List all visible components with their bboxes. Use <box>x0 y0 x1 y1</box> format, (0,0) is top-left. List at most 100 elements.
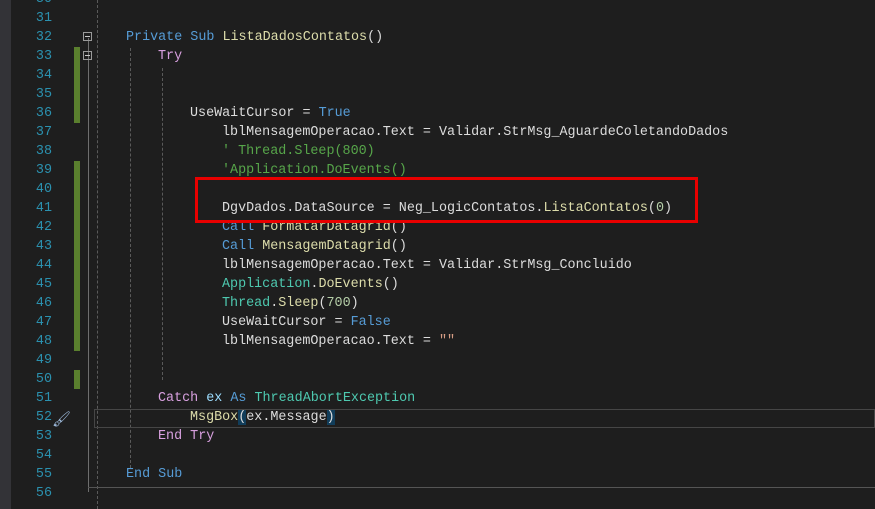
code-line[interactable]: 33 Try <box>0 47 875 66</box>
code-token: Thread <box>222 296 271 311</box>
code-token: Catch <box>158 391 199 406</box>
code-token: () <box>382 277 399 292</box>
line-number: 48 <box>35 334 52 349</box>
code-line[interactable]: 54 <box>0 446 875 465</box>
code-token: lblMensagemOperacao.Text = <box>222 334 439 349</box>
code-token: UseWaitCursor = <box>222 315 351 330</box>
code-editor[interactable]: 3031 32 Private Sub ListaDadosContatos()33… <box>0 0 875 503</box>
change-indicator <box>74 256 80 275</box>
code-line[interactable]: 55 End Sub <box>0 465 875 484</box>
code-line[interactable]: 44 lblMensagemOperacao.Text = Validar.Str… <box>0 256 875 275</box>
line-number: 45 <box>35 277 52 292</box>
code-line[interactable]: 49 <box>0 351 875 370</box>
code-token: ( <box>318 296 327 311</box>
code-line[interactable]: 35 <box>0 85 875 104</box>
line-number: 56 <box>35 486 52 501</box>
line-number: 35 <box>35 87 52 102</box>
line-number: 38 <box>35 144 52 159</box>
code-token: Application <box>222 277 311 292</box>
code-text: Thread.Sleep(700) <box>222 294 359 313</box>
code-token: lblMensagemOperacao.Text = Validar.StrMs… <box>222 258 632 273</box>
code-text: Catch ex As ThreadAbortException <box>158 389 415 408</box>
code-token: "" <box>438 334 456 349</box>
code-token: MensagemDatagrid <box>262 239 391 254</box>
line-number: 37 <box>35 125 52 140</box>
code-token: Sleep <box>278 296 319 311</box>
code-token: ThreadAbortException <box>254 391 416 406</box>
change-indicator <box>74 199 80 218</box>
code-line[interactable]: 50 <box>0 370 875 389</box>
code-text: Try <box>158 47 182 66</box>
line-number: 40 <box>35 182 52 197</box>
annotation-highlight-box <box>195 177 698 223</box>
line-number: 50 <box>35 372 52 387</box>
line-number: 41 <box>35 201 52 216</box>
code-line[interactable]: 47 UseWaitCursor = False <box>0 313 875 332</box>
code-token: UseWaitCursor = <box>190 106 319 121</box>
code-token: Private <box>126 30 183 45</box>
code-line[interactable]: 46 Thread.Sleep(700) <box>0 294 875 313</box>
collapse-icon[interactable] <box>83 32 92 41</box>
code-line[interactable]: 52 MsgBox(ex.Message) <box>0 408 875 427</box>
change-indicator <box>74 294 80 313</box>
code-token: ) <box>350 296 359 311</box>
code-text: lblMensagemOperacao.Text = Validar.StrMs… <box>222 123 728 142</box>
code-text: End Try <box>158 427 214 446</box>
code-line[interactable]: 38 ' Thread.Sleep(800) <box>0 142 875 161</box>
line-number: 42 <box>35 220 52 235</box>
code-token: Try <box>158 49 183 64</box>
change-indicator <box>74 161 80 180</box>
line-number: 47 <box>35 315 52 330</box>
code-line[interactable]: 45 Application.DoEvents() <box>0 275 875 294</box>
line-number: 55 <box>35 467 52 482</box>
quick-actions-brush-icon[interactable]: 🖌 <box>52 410 71 429</box>
code-line[interactable]: 31 <box>0 9 875 28</box>
change-indicator <box>74 66 80 85</box>
change-indicator <box>74 332 80 351</box>
code-line[interactable]: 30 <box>0 0 875 9</box>
line-number: 30 <box>14 0 52 9</box>
code-token: Sub <box>158 467 183 482</box>
code-token: Try <box>190 429 215 444</box>
line-number: 36 <box>35 106 52 121</box>
change-indicator <box>74 218 80 237</box>
code-line[interactable]: 34 <box>0 66 875 85</box>
code-line[interactable]: 53 End Try <box>0 427 875 446</box>
code-text: UseWaitCursor = True <box>190 104 351 123</box>
method-separator <box>88 487 875 488</box>
line-number: 46 <box>35 296 52 311</box>
line-number: 39 <box>35 163 52 178</box>
change-indicator <box>74 237 80 256</box>
line-number: 54 <box>35 448 52 463</box>
line-number: 32 <box>35 30 52 45</box>
change-indicator <box>74 313 80 332</box>
code-token: Sub <box>190 30 215 45</box>
code-token: End <box>126 467 151 482</box>
line-number: 52 <box>35 410 52 425</box>
code-token: DoEvents <box>318 277 383 292</box>
code-text: lblMensagemOperacao.Text = "" <box>222 332 455 351</box>
collapse-icon[interactable] <box>83 51 92 60</box>
code-line[interactable]: 43 Call MensagemDatagrid() <box>0 237 875 256</box>
code-token: lblMensagemOperacao.Text = Validar.StrMs… <box>222 125 729 140</box>
code-line[interactable]: 37 lblMensagemOperacao.Text = Validar.Str… <box>0 123 875 142</box>
code-line[interactable]: 51 Catch ex As ThreadAbortException <box>0 389 875 408</box>
code-text: Application.DoEvents() <box>222 275 399 294</box>
code-token: End <box>158 429 183 444</box>
code-text: ' Thread.Sleep(800) <box>222 142 375 161</box>
code-text: Call MensagemDatagrid() <box>222 237 407 256</box>
code-token: ) <box>326 410 335 425</box>
change-indicator <box>74 370 80 389</box>
line-number: 51 <box>35 391 52 406</box>
code-token: False <box>350 315 391 330</box>
code-text: Private Sub ListaDadosContatos() <box>126 28 383 47</box>
code-line[interactable]: 36 UseWaitCursor = True <box>0 104 875 123</box>
change-indicator <box>74 85 80 104</box>
code-text: MsgBox(ex.Message) <box>190 408 335 427</box>
line-number: 49 <box>35 353 52 368</box>
code-line[interactable]: 32 Private Sub ListaDadosContatos() <box>0 28 875 47</box>
code-line[interactable]: 48 lblMensagemOperacao.Text = "" <box>0 332 875 351</box>
